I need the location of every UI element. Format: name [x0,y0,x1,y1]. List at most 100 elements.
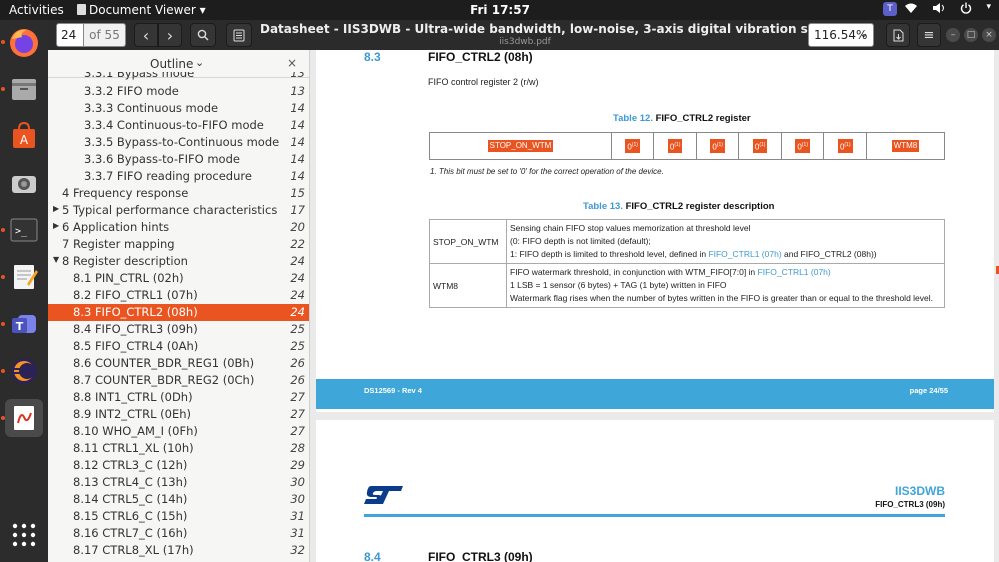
files-icon[interactable] [5,70,43,108]
table-row: STOP_ON_WTM Sensing chain FIFO stop valu… [429,219,945,264]
outline-item-page: 14 [290,169,305,183]
hamburger-menu-icon: ≡ [923,27,935,43]
outline-item[interactable]: 8.4 FIFO_CTRL3 (09h) 25 [48,321,309,338]
document-viewer-dock-icon[interactable] [5,399,43,437]
description-text: and FIFO_CTRL2 (08h)) [781,249,877,259]
zoom-select[interactable]: 116.54% ⌄ [808,23,874,47]
app-menu-button[interactable]: Document Viewer ▾ [77,3,206,17]
outline-item[interactable]: ▼ 8 Register description 24 [48,253,309,270]
outline-item-label: 8.15 CTRL6_C (15h) [73,509,188,523]
teams-tray-icon[interactable]: T [883,2,897,16]
outline-item[interactable]: 3.3.1 Bypass mode 13 [48,72,309,83]
teams-icon[interactable]: T [5,305,43,343]
outline-item[interactable]: 8.6 COUNTER_BDR_REG1 (0Bh) 26 [48,355,309,372]
outline-item[interactable]: 8.11 CTRL1_XL (10h) 28 [48,440,309,457]
table-row: WTM8 FIFO watermark threshold, in conjun… [429,263,945,308]
svg-text:A: A [20,133,29,147]
outline-item-label: 8.12 CTRL3_C (12h) [73,458,188,472]
field-description: FIFO watermark threshold, in conjunction… [506,263,945,308]
outline-item-label: 8.9 INT2_CTRL (0Eh) [73,407,191,421]
outline-item[interactable]: 3.3.2 FIFO mode 13 [48,83,309,100]
outline-item[interactable]: 3.3.3 Continuous mode 14 [48,100,309,117]
outline-item-page: 24 [290,305,305,319]
outline-item-label: 4 Frequency response [62,186,189,200]
outline-item[interactable]: 8.14 CTRL5_C (14h) 30 [48,491,309,508]
collapsed-triangle-icon[interactable]: ▶ [53,204,59,213]
outline-item-page: 30 [290,475,305,489]
outline-item[interactable]: 8.15 CTRL6_C (15h) 31 [48,508,309,525]
outline-item[interactable]: 8.17 CTRL8_XL (17h) 32 [48,542,309,559]
outline-item[interactable]: 8.13 CTRL4_C (13h) 30 [48,474,309,491]
outline-item[interactable]: ▶ 6 Application hints 20 [48,219,309,236]
expanded-triangle-icon[interactable]: ▼ [53,255,59,264]
outline-item-page: 14 [290,135,305,149]
system-tray[interactable]: ▾ [904,2,991,17]
section-number: 8.4 [364,550,381,562]
clock[interactable]: Fri 17:57 [470,3,530,17]
bit-cell: 0(1) [610,132,655,160]
outline-item-label: 3.3.4 Continuous-to-FIFO mode [84,118,264,132]
bit-cell: STOP_ON_WTM [429,132,612,160]
firefox-icon[interactable] [5,24,43,62]
outline-item-page: 26 [290,356,305,370]
outline-item[interactable]: 3.3.6 Bypass-to-FIFO mode 14 [48,151,309,168]
document-viewer-icon [77,4,86,15]
firefox-running-dot [1,40,5,44]
collapsed-triangle-icon[interactable]: ▶ [53,221,59,230]
text-editor-icon[interactable] [5,258,43,296]
close-sidebar-icon[interactable]: × [287,56,297,70]
terminal-icon[interactable]: >_ [5,211,43,249]
outline-item[interactable]: 3.3.4 Continuous-to-FIFO mode 14 [48,117,309,134]
outline-item[interactable]: 8.10 WHO_AM_I (0Fh) 27 [48,423,309,440]
outline-item-page: 14 [290,152,305,166]
activities-button[interactable]: Activities [9,3,64,17]
outline-item[interactable]: 8.2 FIFO_CTRL1 (07h) 24 [48,287,309,304]
outline-item-page: 13 [290,72,305,80]
main-menu-button[interactable]: ≡ [917,23,941,47]
show-applications-icon[interactable] [5,516,43,554]
outline-item[interactable]: 4 Frequency response 15 [48,185,309,202]
software-center-icon[interactable]: A [5,117,43,155]
outline-item[interactable]: 3.3.5 Bypass-to-Continuous mode 14 [48,134,309,151]
maximize-button[interactable]: □ [964,28,978,42]
outline-item[interactable]: 8.16 CTRL7_C (16h) 31 [48,525,309,542]
outline-item[interactable]: 8.9 INT2_CTRL (0Eh) 27 [48,406,309,423]
description-line: 1: FIFO depth is limited to threshold le… [510,248,941,261]
outline-item-label: 8.8 INT1_CTRL (0Dh) [73,390,193,404]
next-page-button[interactable]: › [158,23,182,47]
outline-item-page: 13 [290,84,305,98]
screenshot-camera-icon[interactable] [5,164,43,202]
fifo-ctrl1-link[interactable]: FIFO_CTRL1 (07h) [708,249,781,259]
section-title: FIFO_CTRL2 (08h) [428,50,533,64]
outline-item[interactable]: 8.5 FIFO_CTRL4 (0Ah) 25 [48,338,309,355]
outline-item[interactable]: 8.12 CTRL3_C (12h) 29 [48,457,309,474]
previous-page-button[interactable]: ‹ [134,23,158,47]
eclipse-icon[interactable] [5,352,43,390]
search-button[interactable] [190,23,216,47]
close-window-button[interactable]: × [982,28,996,42]
outline-item[interactable]: 8.3 FIFO_CTRL2 (08h) 24 [48,304,309,321]
outline-item-label: 3.3.3 Continuous mode [84,101,219,115]
chevron-down-icon[interactable]: ⌄ [195,56,204,69]
document-view[interactable]: 8.3 FIFO_CTRL2 (08h) FIFO control regist… [310,50,999,562]
outline-item-page: 29 [290,458,305,472]
outline-item[interactable]: 8.8 INT1_CTRL (0Dh) 27 [48,389,309,406]
fifo-ctrl1-link[interactable]: FIFO_CTRL1 (07h) [758,267,831,277]
outline-item[interactable]: 7 Register mapping 22 [48,236,309,253]
footer-page-number: page 24/55 [909,386,948,395]
window-subtitle: iis3dwb.pdf [499,37,551,47]
minimize-button[interactable]: – [946,28,960,42]
outline-list: 3.3.1 Bypass mode 13 3.3.2 FIFO mode 13 3.3.… [48,72,309,559]
outline-dropdown-label[interactable]: Outline [150,57,193,71]
save-button[interactable] [886,23,910,47]
save-document-icon [893,29,903,41]
outline-item[interactable]: 8.7 COUNTER_BDR_REG2 (0Ch) 26 [48,372,309,389]
annotations-button[interactable] [226,23,252,47]
page-number-input[interactable]: 24 [56,23,84,47]
outline-item[interactable]: 8.1 PIN_CTRL (02h) 24 [48,270,309,287]
pdf-page-25: IIS3DWB FIFO_CTRL3 (09h) 8.4 FIFO_CTRL3 … [316,420,994,562]
outline-item[interactable]: ▶ 5 Typical performance characteristics 17 [48,202,309,219]
outline-item[interactable]: 3.3.7 FIFO reading procedure 14 [48,168,309,185]
window-title: Datasheet - IIS3DWB - Ultra-wide bandwid… [260,22,846,36]
outline-item-label: 3.3.1 Bypass mode [84,72,195,80]
